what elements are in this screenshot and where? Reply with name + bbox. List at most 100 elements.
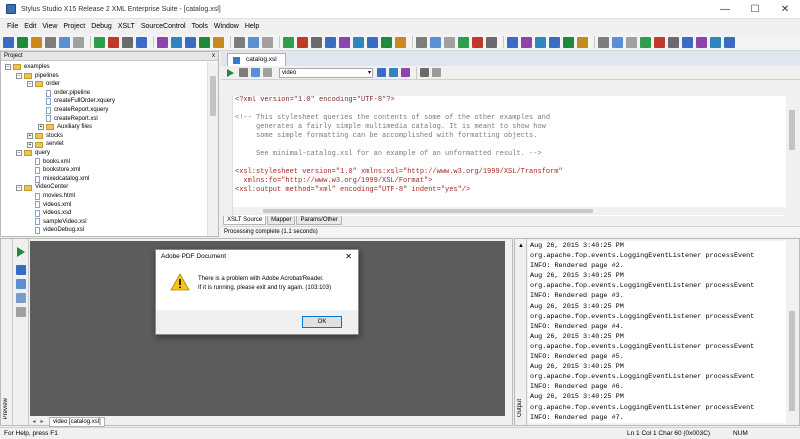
toolbar-icon[interactable] xyxy=(535,36,546,48)
collapse-icon[interactable]: − xyxy=(27,81,33,88)
tree-item[interactable]: − pipelines xyxy=(1,72,208,81)
tree-item[interactable]: mixedcatalog.xml xyxy=(1,175,208,184)
toolbar-icon[interactable] xyxy=(430,36,441,48)
toolbar-icon[interactable] xyxy=(17,36,28,48)
list-icon[interactable] xyxy=(420,68,429,77)
tree-item[interactable]: videos.xml xyxy=(1,201,208,210)
scroll-thumb[interactable] xyxy=(789,110,795,150)
toolbar-icon[interactable] xyxy=(31,36,42,48)
ok-button[interactable]: OK xyxy=(302,316,342,328)
toolbar-icon[interactable] xyxy=(696,36,707,48)
preview-icon[interactable] xyxy=(377,68,386,77)
toolbar-icon[interactable] xyxy=(640,36,651,48)
tree-item[interactable]: + servlet xyxy=(1,140,208,149)
tab-next-icon[interactable]: ▸ xyxy=(38,418,46,426)
toolbar-icon[interactable] xyxy=(507,36,518,48)
toolbar-icon[interactable] xyxy=(563,36,574,48)
toolbar-icon[interactable] xyxy=(521,36,532,48)
toolbar-icon[interactable] xyxy=(682,36,693,48)
menu-xslt[interactable]: XSLT xyxy=(115,23,138,30)
menu-window[interactable]: Window xyxy=(211,23,242,30)
menu-help[interactable]: Help xyxy=(242,23,262,30)
toolbar-icon[interactable] xyxy=(283,36,294,48)
tab-catalog-xsl[interactable]: catalog.xsl xyxy=(227,53,286,66)
tab-prev-icon[interactable]: ◂ xyxy=(30,418,38,426)
toolbar-icon[interactable] xyxy=(612,36,623,48)
collapse-icon[interactable]: − xyxy=(16,72,22,79)
toolbar-icon[interactable] xyxy=(710,36,721,48)
tree-item[interactable]: createReport.xsl xyxy=(1,115,208,124)
toolbar-icon[interactable] xyxy=(248,36,259,48)
close-button[interactable]: ✕ xyxy=(770,0,800,19)
toolbar-icon[interactable] xyxy=(122,36,133,48)
step-icon[interactable] xyxy=(263,68,272,77)
toolbar-icon[interactable] xyxy=(325,36,336,48)
toolbar-icon[interactable] xyxy=(353,36,364,48)
toolbar-icon[interactable] xyxy=(381,36,392,48)
toolbar-icon[interactable] xyxy=(234,36,245,48)
maximize-button[interactable]: ☐ xyxy=(740,0,770,19)
tree-item[interactable]: createFullOrder.xquery xyxy=(1,97,208,106)
toolbar-icon[interactable] xyxy=(199,36,210,48)
tree-item[interactable]: + Auxiliary files xyxy=(1,123,208,132)
menu-edit[interactable]: Edit xyxy=(21,23,39,30)
toolbar-icon[interactable] xyxy=(486,36,497,48)
tree-item[interactable]: sampleVideo.xsl xyxy=(1,218,208,227)
toolbar-icon[interactable] xyxy=(598,36,609,48)
expand-icon[interactable]: + xyxy=(27,133,33,140)
tree-item[interactable]: − examples xyxy=(1,63,208,72)
toolbar-icon[interactable] xyxy=(724,36,735,48)
page-icon[interactable] xyxy=(16,279,26,289)
tree-item[interactable]: order.pipeline xyxy=(1,89,208,98)
toolbar-icon[interactable] xyxy=(157,36,168,48)
collapse-icon[interactable]: − xyxy=(5,64,11,71)
toolbar-icon[interactable] xyxy=(59,36,70,48)
tree-item[interactable]: + stocks xyxy=(1,132,208,141)
tree-item[interactable]: videoDebug.xsl xyxy=(1,226,208,235)
toolbar-icon[interactable] xyxy=(262,36,273,48)
project-scrollbar[interactable] xyxy=(207,62,218,236)
minimize-button[interactable]: — xyxy=(710,0,740,19)
toolbar-icon[interactable] xyxy=(185,36,196,48)
toolbar-icon[interactable] xyxy=(297,36,308,48)
tree-item[interactable]: videos.xsd xyxy=(1,209,208,218)
scenario-select[interactable]: video xyxy=(279,67,373,78)
tree-item[interactable]: createReport.xquery xyxy=(1,106,208,115)
toolbar-icon[interactable] xyxy=(73,36,84,48)
toolbar-icon[interactable] xyxy=(45,36,56,48)
collapse-icon[interactable]: − xyxy=(16,150,22,157)
toolbar-icon[interactable] xyxy=(213,36,224,48)
function-icon[interactable] xyxy=(251,68,260,77)
toolbar-icon[interactable] xyxy=(136,36,147,48)
output-arrow-icon[interactable]: ▲ xyxy=(518,243,524,249)
output-log[interactable]: Aug 26, 2015 3:40:25 PM org.apache.fop.ev… xyxy=(528,241,786,423)
run-icon[interactable] xyxy=(225,68,235,78)
settings-icon[interactable] xyxy=(389,68,398,77)
toolbar-icon[interactable] xyxy=(626,36,637,48)
code-editor[interactable]: <?xml version="1.0" encoding="UTF-8"?> <!… xyxy=(233,96,786,216)
toolbar-icon[interactable] xyxy=(458,36,469,48)
tab-video-catalog[interactable]: video [catalog.xsl] xyxy=(49,416,105,427)
zoom-icon[interactable] xyxy=(16,293,26,303)
toolbar-icon[interactable] xyxy=(3,36,14,48)
toolbar-icon[interactable] xyxy=(171,36,182,48)
tree-item[interactable]: − order xyxy=(1,80,208,89)
menu-debug[interactable]: Debug xyxy=(88,23,115,30)
toolbar-icon[interactable] xyxy=(367,36,378,48)
indent-icon[interactable] xyxy=(432,68,441,77)
toolbar-icon[interactable] xyxy=(668,36,679,48)
toolbar-icon[interactable] xyxy=(472,36,483,48)
menu-file[interactable]: File xyxy=(4,23,21,30)
tab-params-other[interactable]: Params/Other xyxy=(296,216,342,225)
scroll-thumb[interactable] xyxy=(789,311,795,411)
tree-item[interactable]: bookstore.xml xyxy=(1,166,208,175)
toolbar-icon[interactable] xyxy=(654,36,665,48)
dialog-close-icon[interactable]: ✕ xyxy=(345,250,352,264)
toolbar-icon[interactable] xyxy=(416,36,427,48)
menu-project[interactable]: Project xyxy=(60,23,88,30)
toolbar-icon[interactable] xyxy=(549,36,560,48)
expand-icon[interactable]: + xyxy=(38,124,44,131)
toolbar-icon[interactable] xyxy=(94,36,105,48)
tab-xslt-source[interactable]: XSLT Source xyxy=(223,216,267,225)
tree-item[interactable]: books.xml xyxy=(1,158,208,167)
